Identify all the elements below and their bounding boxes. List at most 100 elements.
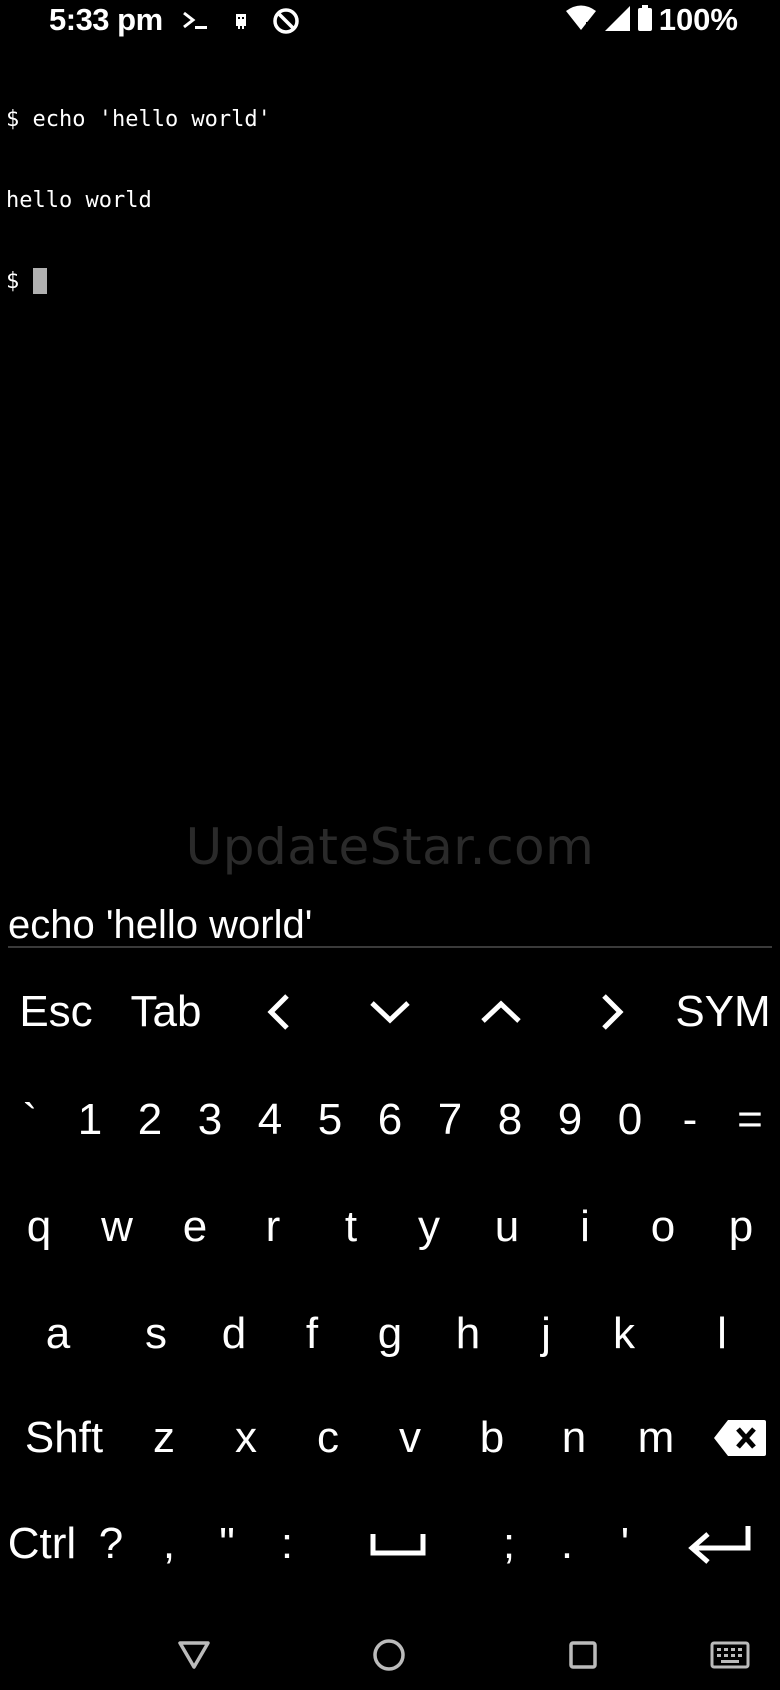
key-z[interactable]: z [123, 1388, 205, 1488]
key-l[interactable]: l [683, 1284, 761, 1384]
chevron-down-icon [370, 1001, 410, 1024]
keyboard-icon [710, 1641, 750, 1669]
key-double-quote[interactable]: " [202, 1494, 252, 1594]
wifi-icon [565, 4, 597, 37]
shift-key[interactable]: Shft [8, 1388, 120, 1488]
battery-icon [637, 4, 653, 37]
key-g[interactable]: g [351, 1284, 429, 1384]
terminal-cursor [32, 268, 47, 294]
extra-keys-row: Esc Tab SYM [0, 962, 780, 1062]
key-5[interactable]: 5 [300, 1070, 360, 1170]
command-input[interactable]: echo 'hello world' [8, 902, 772, 948]
key-7[interactable]: 7 [420, 1070, 480, 1170]
key-y[interactable]: y [390, 1177, 468, 1277]
command-input-text: echo 'hello world' [8, 903, 313, 947]
keyboard-bottom-row: Ctrl ? , " : ; . ' [0, 1494, 780, 1594]
home-circle-icon [373, 1639, 405, 1671]
left-arrow-key[interactable] [230, 962, 326, 1062]
battery-percentage: 100% [658, 2, 738, 37]
key-semicolon[interactable]: ; [484, 1494, 534, 1594]
key-s[interactable]: s [117, 1284, 195, 1384]
key-question[interactable]: ? [86, 1494, 136, 1594]
key-6[interactable]: 6 [360, 1070, 420, 1170]
key-f[interactable]: f [273, 1284, 351, 1384]
key-apostrophe[interactable]: ' [600, 1494, 650, 1594]
watermark: UpdateStar.com [185, 818, 595, 876]
keyboard-qwerty-row: q w e r t y u i o p [0, 1177, 780, 1277]
key-3[interactable]: 3 [180, 1070, 240, 1170]
key-k[interactable]: k [585, 1284, 663, 1384]
space-key[interactable] [338, 1494, 458, 1594]
esc-key[interactable]: Esc [8, 962, 104, 1062]
key-p[interactable]: p [702, 1177, 780, 1277]
terminal-prompt: $ [6, 269, 33, 294]
enter-icon [688, 1526, 751, 1564]
key-backtick[interactable]: ` [0, 1070, 60, 1170]
chevron-up-icon [481, 1000, 521, 1023]
back-button[interactable] [169, 1630, 219, 1680]
key-colon[interactable]: : [262, 1494, 312, 1594]
back-triangle-icon [178, 1641, 210, 1669]
recents-square-icon [569, 1641, 597, 1669]
keyboard-switch-button[interactable] [705, 1630, 755, 1680]
key-0[interactable]: 0 [600, 1070, 660, 1170]
down-arrow-key[interactable] [342, 962, 438, 1062]
key-comma[interactable]: , [144, 1494, 194, 1594]
enter-key[interactable] [670, 1494, 770, 1594]
key-e[interactable]: e [156, 1177, 234, 1277]
key-equals[interactable]: = [720, 1070, 780, 1170]
recents-button[interactable] [558, 1630, 608, 1680]
key-j[interactable]: j [507, 1284, 585, 1384]
signal-icon [603, 4, 631, 37]
tab-key[interactable]: Tab [118, 962, 214, 1062]
key-m[interactable]: m [615, 1388, 697, 1488]
key-8[interactable]: 8 [480, 1070, 540, 1170]
backspace-icon [714, 1420, 766, 1456]
usb-notification-icon [233, 11, 249, 36]
status-notification-icons [181, 6, 301, 41]
terminal-line: hello world [6, 188, 152, 213]
key-r[interactable]: r [234, 1177, 312, 1277]
ctrl-key[interactable]: Ctrl [0, 1494, 84, 1594]
key-c[interactable]: c [287, 1388, 369, 1488]
key-h[interactable]: h [429, 1284, 507, 1384]
key-i[interactable]: i [546, 1177, 624, 1277]
key-b[interactable]: b [451, 1388, 533, 1488]
keyboard-zxcv-row: Shft z x c v b n m [0, 1388, 780, 1488]
key-w[interactable]: w [78, 1177, 156, 1277]
key-v[interactable]: v [369, 1388, 451, 1488]
key-minus[interactable]: - [660, 1070, 720, 1170]
key-4[interactable]: 4 [240, 1070, 300, 1170]
key-u[interactable]: u [468, 1177, 546, 1277]
key-t[interactable]: t [312, 1177, 390, 1277]
terminal-prompt-line: $ [6, 268, 776, 295]
keyboard-asdf-row: a s d f g h j k l [0, 1284, 780, 1384]
key-o[interactable]: o [624, 1177, 702, 1277]
key-2[interactable]: 2 [120, 1070, 180, 1170]
navigation-bar [0, 1600, 780, 1690]
backspace-key[interactable] [700, 1388, 780, 1488]
sym-key[interactable]: SYM [670, 962, 776, 1062]
key-d[interactable]: d [195, 1284, 273, 1384]
status-time: 5:33 pm [49, 2, 163, 37]
right-arrow-key[interactable] [565, 962, 661, 1062]
chevron-left-icon [267, 994, 289, 1030]
key-n[interactable]: n [533, 1388, 615, 1488]
status-bar: 5:33 pm 100% [0, 0, 780, 48]
status-system-icons: 100% [565, 2, 738, 38]
keyboard-number-row: ` 1 2 3 4 5 6 7 8 9 0 - = [0, 1070, 780, 1170]
up-arrow-key[interactable] [453, 962, 549, 1062]
key-1[interactable]: 1 [60, 1070, 120, 1170]
key-9[interactable]: 9 [540, 1070, 600, 1170]
terminal-notification-icon [181, 9, 211, 38]
key-x[interactable]: x [205, 1388, 287, 1488]
terminal-output[interactable]: $ echo 'hello world' hello world $ [6, 52, 776, 322]
chevron-right-icon [602, 994, 624, 1030]
terminal-line: $ echo 'hello world' [6, 107, 271, 132]
home-button[interactable] [364, 1630, 414, 1680]
space-bar-icon [370, 1534, 426, 1556]
key-a[interactable]: a [19, 1284, 97, 1384]
key-period[interactable]: . [542, 1494, 592, 1594]
data-saver-icon [271, 6, 301, 41]
key-q[interactable]: q [0, 1177, 78, 1277]
